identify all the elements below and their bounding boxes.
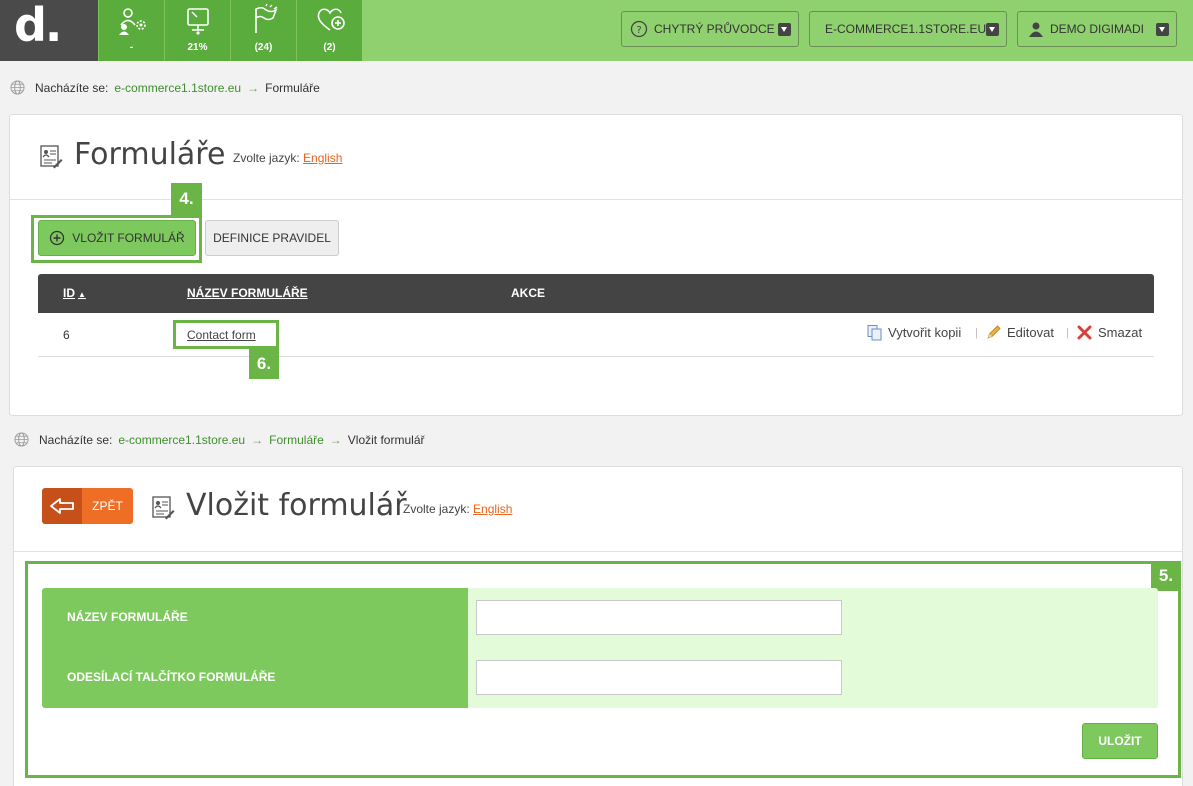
chevron-down-icon [986, 23, 999, 36]
edit-action[interactable]: Editovat [985, 324, 1054, 341]
callout-tag-insert: 4. [171, 183, 202, 215]
users-gear-icon [119, 8, 146, 35]
page-title: Vložit formulář [186, 488, 407, 523]
table-header: ID ▲ NÁZEV FORMULÁŘE AKCE [38, 274, 1154, 313]
form-labels-column: NÁZEV FORMULÁŘE ODESÍLACÍ TALČÍTKO FORMU… [42, 588, 468, 708]
user-icon [1029, 22, 1043, 37]
delete-action[interactable]: Smazat [1076, 324, 1142, 341]
breadcrumb-link-shop[interactable]: e-commerce1.1store.eu [114, 81, 241, 95]
back-button[interactable]: ZPĚT [42, 488, 133, 524]
action-separator: | [975, 327, 978, 339]
breadcrumb-arrow-icon: → [251, 432, 264, 447]
column-id-label: ID [63, 286, 75, 300]
edit-action-label: Editovat [1007, 325, 1054, 340]
breadcrumb-prefix: Nacházíte se: [39, 432, 113, 447]
forms-panel: Formuláře Zvolte jazyk: English [9, 114, 1183, 416]
callout-frame-name [173, 320, 279, 349]
callout-tag-name: 6. [249, 349, 279, 379]
divider [14, 551, 1182, 552]
chevron-down-icon [1156, 23, 1169, 36]
plus-circle-icon [50, 230, 65, 246]
globe-icon [14, 432, 29, 447]
delete-x-icon [1077, 325, 1092, 340]
breadcrumb-current: Formuláře [265, 80, 320, 95]
stat-flags-value: (24) [254, 42, 273, 53]
stat-flags[interactable]: (24) [230, 0, 296, 61]
action-separator: | [1066, 327, 1069, 339]
row-id: 6 [63, 328, 70, 342]
column-id[interactable]: ID ▲ [63, 286, 86, 300]
insert-form-button[interactable]: VLOŽIT FORMULÁŘ [38, 220, 196, 256]
rules-definition-button[interactable]: DEFINICE PRAVIDEL [205, 220, 339, 256]
pencil-icon [987, 325, 1001, 339]
form-name-input[interactable] [476, 600, 842, 635]
breadcrumb-arrow-icon: → [329, 432, 342, 447]
heart-plus-icon [317, 8, 345, 31]
column-form-name[interactable]: NÁZEV FORMULÁŘE [187, 286, 308, 300]
form-document-icon [152, 496, 175, 520]
form-inputs-column [468, 588, 1158, 708]
top-bar: d. - 21% (24) (2) ? CHYTRÝ PRŮVODCE E-CO… [0, 0, 1193, 61]
copy-action-label: Vytvořit kopii [888, 325, 962, 340]
language-prefix: Zvolte jazyk: [403, 502, 470, 516]
svg-text:?: ? [636, 25, 641, 36]
copy-action[interactable]: Vytvořit kopii [866, 324, 961, 341]
globe-icon [10, 80, 25, 95]
language-link[interactable]: English [303, 151, 342, 165]
breadcrumb: Nacházíte se: e-commerce1.1store.eu → Fo… [10, 80, 320, 95]
sort-asc-icon: ▲ [78, 290, 86, 299]
chevron-down-icon [778, 23, 791, 36]
breadcrumb-link-forms[interactable]: Formuláře [269, 433, 324, 447]
submit-button-text-input[interactable] [476, 660, 842, 695]
form-document-icon [40, 145, 63, 169]
stat-favorites-value: (2) [323, 42, 336, 53]
user-menu-label: DEMO DIGIMADI [1050, 22, 1145, 36]
language-prefix: Zvolte jazyk: [233, 151, 300, 165]
delete-action-label: Smazat [1098, 325, 1143, 340]
logo-text: d. [14, 0, 62, 52]
language-link[interactable]: English [473, 502, 512, 516]
language-selector: Zvolte jazyk: English [403, 502, 512, 516]
back-arrow-icon [42, 488, 82, 524]
language-selector: Zvolte jazyk: English [233, 151, 342, 165]
flags-icon [255, 3, 278, 33]
smart-guide-label: CHYTRÝ PRŮVODCE [654, 22, 775, 36]
page-title: Formuláře [74, 137, 226, 172]
user-menu-button[interactable]: DEMO DIGIMADI [1017, 11, 1177, 47]
back-label: ZPĚT [82, 488, 133, 524]
form-name-label: NÁZEV FORMULÁŘE [67, 610, 188, 624]
breadcrumb: Nacházíte se: e-commerce1.1store.eu → Fo… [14, 432, 424, 447]
column-actions: AKCE [511, 286, 546, 300]
copy-icon [867, 325, 882, 341]
insert-form-label: VLOŽIT FORMULÁŘ [72, 231, 185, 245]
logo[interactable]: d. [0, 0, 98, 61]
rules-definition-label: DEFINICE PRAVIDEL [213, 231, 331, 245]
stat-monitor[interactable]: 21% [164, 0, 230, 61]
save-button[interactable]: ULOŽIT [1082, 723, 1158, 759]
monitor-icon [187, 8, 209, 35]
callout-tag-form: 5. [1151, 561, 1181, 591]
breadcrumb-link-shop[interactable]: e-commerce1.1store.eu [118, 433, 245, 447]
breadcrumb-current: Vložit formulář [347, 432, 425, 447]
smart-guide-button[interactable]: ? CHYTRÝ PRŮVODCE [621, 11, 799, 47]
stat-users-value: - [129, 42, 134, 53]
breadcrumb-arrow-icon: → [247, 80, 260, 95]
shop-select-label: E-COMMERCE1.1STORE.EU [825, 22, 987, 36]
question-icon: ? [630, 20, 648, 38]
stat-favorites[interactable]: (2) [296, 0, 362, 61]
stat-users[interactable]: - [98, 0, 164, 61]
breadcrumb-prefix: Nacházíte se: [35, 80, 109, 95]
stat-monitor-value: 21% [187, 42, 208, 53]
submit-button-label: ODESÍLACÍ TALČÍTKO FORMULÁŘE [67, 670, 276, 684]
shop-select-button[interactable]: E-COMMERCE1.1STORE.EU [809, 11, 1007, 47]
